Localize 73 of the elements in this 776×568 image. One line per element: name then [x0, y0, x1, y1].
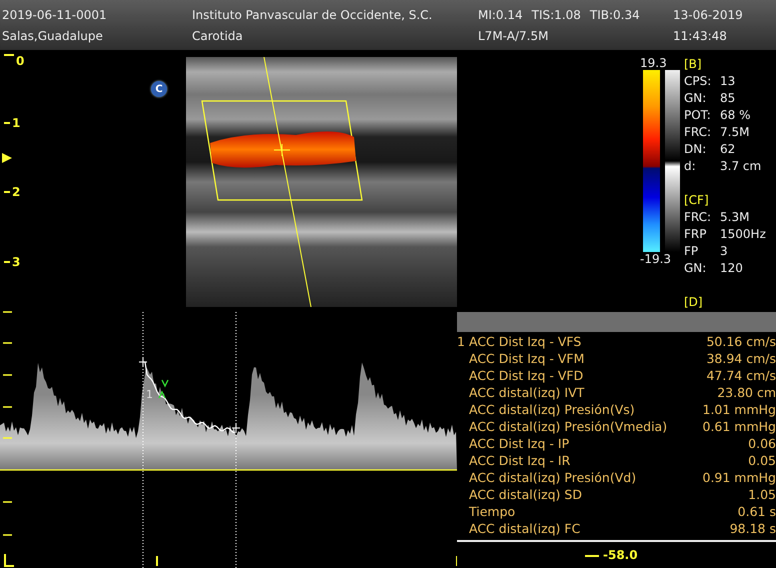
setting-value: 3.7 cm: [720, 158, 762, 175]
setting-value: 120: [720, 260, 743, 277]
setting-label: POT:: [684, 107, 712, 124]
measurement-label: ACC Dist Izq - VFS: [469, 333, 582, 350]
measurement-value: 0.61 mmHg: [702, 418, 776, 435]
measurement-label: ACC Dist Izq - IP: [469, 435, 570, 452]
setting-value: 68 %: [720, 107, 750, 124]
measurement-label: ACC distal(izq) IVT: [469, 384, 584, 401]
setting-label: DN:: [684, 141, 708, 158]
measurement-value: 0.61 s: [736, 503, 776, 520]
depth-label: 0: [16, 54, 24, 68]
measurement-value: 23.80 cm: [716, 384, 776, 401]
depth-label: 2: [12, 185, 20, 199]
acoustic-index: MI:0.14: [478, 8, 523, 22]
setting-value: 3: [720, 243, 728, 260]
measurement-label: ACC distal(izq) Presión(Vmedia): [469, 418, 668, 435]
setting-label: GN:: [684, 260, 708, 277]
measurement-index: 1: [457, 334, 465, 349]
measurement-value: 98.18 s: [728, 520, 776, 537]
measurement-label: ACC distal(izq) Presión(Vs): [469, 401, 635, 418]
setting-value: 13: [720, 73, 736, 90]
setting-label: FRC:: [684, 209, 712, 226]
depth-label: 3: [12, 255, 20, 269]
measurement-value: 1.05: [747, 486, 776, 503]
acoustic-index: TIS:1.08: [532, 8, 581, 22]
setting-label: d:: [684, 158, 697, 175]
setting-label: GN:: [684, 90, 708, 107]
exam-date: 13-06-2019: [673, 8, 744, 22]
depth-tick-icon: [4, 122, 10, 124]
measurement-value: 0.06: [747, 435, 776, 452]
measurement-value: 47.74 cm/s: [705, 367, 776, 384]
measurement-label: ACC Dist Izq - VFM: [469, 350, 584, 367]
measurement-label: ACC distal(izq) FC: [469, 520, 580, 537]
depth-tick-icon: [4, 54, 14, 56]
setting-label: FRP: [684, 226, 708, 243]
measurement-value: 1.01 mmHg: [702, 401, 776, 418]
settings-section-title: [CF]: [684, 192, 710, 209]
setting-value: 85: [720, 90, 736, 107]
measurement-label: Tiempo: [469, 503, 516, 520]
setting-value: 62: [720, 141, 736, 158]
measurement-label: ACC Dist Izq - IR: [469, 452, 570, 469]
measurement-value: 0.05: [747, 452, 776, 469]
measurement-value: 38.94 cm/s: [705, 350, 776, 367]
measurement-label: ACC distal(izq) SD: [469, 486, 582, 503]
setting-label: FRC:: [684, 124, 712, 141]
scale-min-label: -19.3: [640, 252, 672, 266]
focus-marker-icon: [2, 153, 12, 163]
exam-time: 11:43:48: [673, 29, 728, 43]
depth-label: 1: [12, 116, 20, 130]
baseline-value: -58.0: [603, 548, 638, 562]
setting-value: 7.5M: [720, 124, 750, 141]
settings-section-title: [B]: [684, 56, 703, 73]
setting-label: FP: [684, 243, 700, 260]
measurement-value: 0.91 mmHg: [702, 469, 776, 486]
mode-badge: C: [151, 81, 167, 97]
baseline-marker-icon: [585, 553, 599, 557]
patient-id: 2019-06-11-0001: [2, 8, 108, 22]
institution-name: Instituto Panvascular de Occidente, S.C.: [192, 8, 434, 22]
depth-tick-icon: [4, 191, 10, 193]
patient-name: Salas,Guadalupe: [2, 29, 104, 43]
depth-tick-icon: [4, 261, 10, 263]
measurement-value: 50.16 cm/s: [705, 333, 776, 350]
probe-name: L7M-A/7.5M: [478, 29, 550, 43]
acoustic-index: TIB:0.34: [590, 8, 640, 22]
setting-label: CPS:: [684, 73, 712, 90]
measurement-label: ACC Dist Izq - VFD: [469, 367, 584, 384]
settings-section-title: [D]: [684, 294, 704, 311]
scale-max-label: 19.3: [640, 56, 668, 70]
setting-value: 1500Hz: [720, 226, 766, 243]
measurement-label: ACC distal(izq) Presión(Vd): [469, 469, 636, 486]
exam-type: Carotida: [192, 29, 244, 43]
setting-value: 5.3M: [720, 209, 750, 226]
doppler-spectrum-drawing: 1: [0, 310, 457, 568]
